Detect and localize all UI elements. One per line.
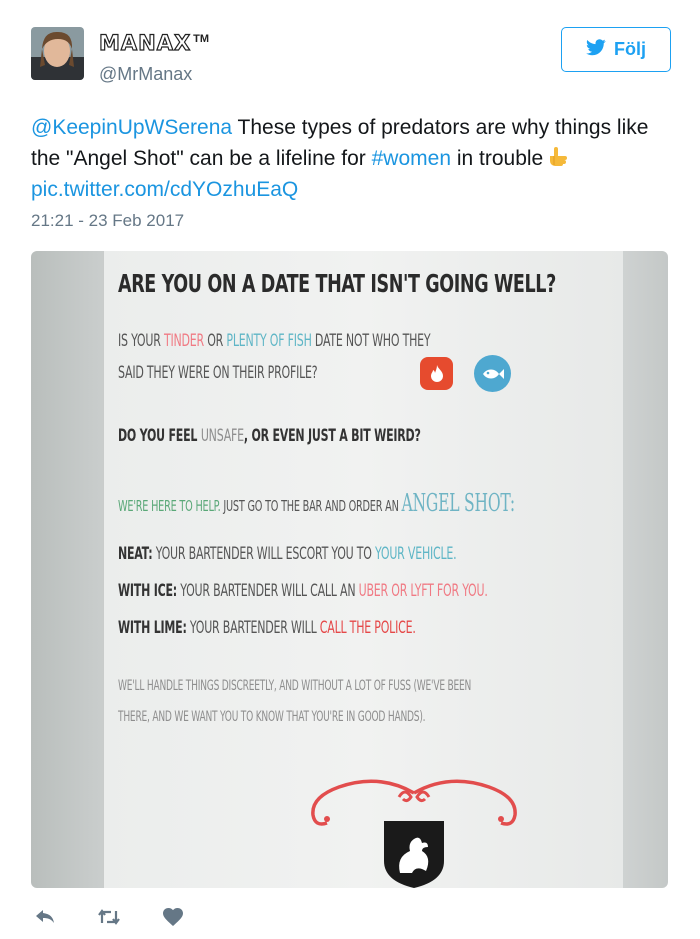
tweet-timestamp[interactable]: 21:21 - 23 Feb 2017 (31, 211, 184, 231)
poster-line-3: DO YOU FEEL UNSAFE, OR EVEN JUST A BIT W… (118, 426, 421, 446)
hashtag-link[interactable]: #women (372, 147, 451, 170)
angel-shot-poster: ARE YOU ON A DATE THAT ISN'T GOING WELL?… (103, 251, 623, 888)
display-name-row[interactable]: MANAX TM (98, 30, 210, 55)
plenty-of-fish-icon (474, 355, 511, 392)
tweet-text: @KeepinUpWSerena These types of predator… (31, 112, 671, 205)
retweet-icon[interactable] (97, 905, 121, 929)
poster-line-2: SAID THEY WERE ON THEIR PROFILE? (118, 363, 318, 383)
tweet-text-part2: in trouble (451, 147, 544, 170)
poster-title: ARE YOU ON A DATE THAT ISN'T GOING WELL? (118, 269, 556, 298)
poster-line-1: IS YOUR TINDER OR PLENTY OF FISH DATE NO… (118, 331, 431, 351)
poster-ice: WITH ICE: YOUR BARTENDER WILL CALL AN UB… (118, 581, 488, 601)
poster-line-4: WE'RE HERE TO HELP. JUST GO TO THE BAR A… (118, 489, 515, 517)
tweet-actions (33, 905, 185, 929)
poster-footer-2: THERE, AND WE WANT YOU TO KNOW THAT YOU'… (118, 709, 426, 725)
rooster-logo-icon (384, 821, 444, 888)
avatar[interactable] (31, 27, 84, 80)
tweet-header: MANAX TM @MrManax Följ (31, 27, 671, 87)
media-link[interactable]: pic.twitter.com/cdYOzhuEaQ (31, 178, 298, 201)
poster-neat: NEAT: YOUR BARTENDER WILL ESCORT YOU TO … (118, 544, 457, 564)
like-icon[interactable] (161, 905, 185, 929)
twitter-bird-icon (586, 38, 606, 61)
mention-link[interactable]: @KeepinUpWSerena (31, 116, 232, 139)
reply-icon[interactable] (33, 905, 57, 929)
follow-button[interactable]: Följ (561, 27, 671, 72)
tweet-media-image[interactable]: ARE YOU ON A DATE THAT ISN'T GOING WELL?… (31, 251, 668, 888)
follow-label: Följ (614, 39, 646, 59)
poster-footer-1: WE'LL HANDLE THINGS DISCREETLY, AND WITH… (118, 678, 472, 694)
poster-lime: WITH LIME: YOUR BARTENDER WILL CALL THE … (118, 618, 416, 638)
trademark: TM (193, 33, 210, 45)
tinder-icon (420, 357, 453, 390)
user-handle[interactable]: @MrManax (99, 64, 192, 85)
display-name[interactable]: MANAX (98, 30, 191, 55)
pointing-hand-emoji (547, 145, 571, 169)
